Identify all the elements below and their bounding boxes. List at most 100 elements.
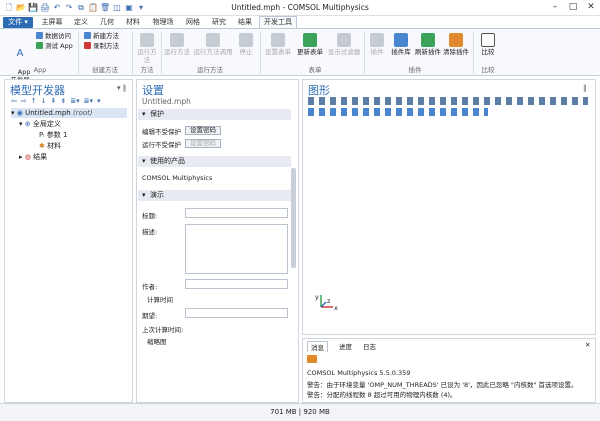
- set-form-icon: [271, 33, 285, 47]
- run-method-icon: [140, 33, 154, 47]
- ribbon-separator: [364, 32, 365, 74]
- plugin-library-button[interactable]: 插件库: [389, 33, 413, 56]
- axis-y-label: y: [315, 293, 319, 301]
- new-method-button[interactable]: 新建方法: [84, 32, 119, 40]
- stop-button[interactable]: 停止: [236, 33, 256, 56]
- record-method-button[interactable]: 录制方法: [84, 42, 119, 50]
- move-up-icon[interactable]: ↑: [31, 97, 37, 105]
- set-form-button[interactable]: 设置表单: [263, 33, 293, 56]
- graphics-title: 图形: [308, 84, 330, 97]
- tab-mesh[interactable]: 网格: [182, 17, 204, 28]
- broom-icon: [449, 33, 463, 47]
- set-run-password-button[interactable]: 设置密码: [185, 139, 221, 148]
- tab-physics[interactable]: 物理场: [148, 17, 178, 28]
- graphics-pin-icon[interactable]: ‖: [583, 84, 587, 92]
- parameter-icon: Pᵢ: [39, 131, 45, 139]
- run-method-call-button[interactable]: 运行方法调用: [193, 33, 233, 56]
- product-name: COMSOL Multiphysics: [142, 174, 213, 182]
- tab-file[interactable]: 文件 ▾: [3, 17, 33, 28]
- plugin-icon: [370, 33, 384, 47]
- ribbon-separator: [132, 32, 133, 74]
- panel-pin-icon[interactable]: ▾ ‖: [117, 84, 126, 92]
- move-down-icon[interactable]: ↓: [41, 97, 47, 105]
- materials-icon: ✱: [39, 142, 45, 150]
- collapse-icon[interactable]: ⇞: [51, 97, 57, 105]
- tree-item-results[interactable]: ▸ ◍ 结果: [19, 152, 47, 162]
- tab-definitions[interactable]: 定义: [70, 17, 92, 28]
- axis-z-label: z: [327, 297, 331, 305]
- expected-input[interactable]: [185, 308, 288, 318]
- tree-item-root[interactable]: ▾ ◉ Untitled.mph (root): [11, 108, 127, 118]
- update-form-button[interactable]: 更新表单: [295, 33, 325, 56]
- forward-icon[interactable]: ⇨: [21, 97, 27, 105]
- clear-icon[interactable]: [307, 355, 317, 363]
- results-icon: ◍: [24, 153, 31, 161]
- author-input[interactable]: [185, 279, 288, 289]
- run-method-button[interactable]: 运行方法: [135, 33, 159, 64]
- maximize-button[interactable]: □: [564, 0, 582, 14]
- tree-item-materials[interactable]: ✱ 材料: [39, 141, 61, 151]
- run-protection-label: 运行不受保护: [142, 141, 181, 149]
- data-access-button[interactable]: 数据访问: [36, 32, 71, 40]
- run-app-button[interactable]: 运行方法: [164, 33, 190, 56]
- model-builder-panel: 模型开发器 ▾ ‖ ⇦ ⇨ ↑ ↓ ⇞ ⇟ ≣▾ ≣▾ ▾ ▾ ◉ Untitl…: [4, 79, 133, 403]
- description-input[interactable]: [185, 224, 288, 274]
- section-presentation[interactable]: ▾ 演示: [138, 190, 291, 201]
- ribbon: A App 开发器 数据访问 测试 App App 新建方法 录制方法 创建方法…: [0, 28, 600, 84]
- show-filter-button[interactable]: 显示过滤器: [327, 33, 361, 56]
- record-method-icon: [84, 42, 91, 49]
- group-label-plugin: 插件: [408, 66, 422, 74]
- compare-button[interactable]: 比较: [478, 33, 498, 56]
- close-button[interactable]: ✕: [582, 0, 600, 14]
- group-label-app: App: [33, 66, 47, 74]
- app-builder-icon: A: [16, 48, 24, 59]
- section-protection[interactable]: ▾ 保护: [138, 109, 291, 120]
- settings-scrollbar[interactable]: [291, 168, 296, 268]
- refresh-plugin-button[interactable]: 刷新插件: [415, 33, 441, 56]
- tab-progress[interactable]: 进度: [339, 341, 352, 351]
- last-calc-label: 上次计算时间:: [142, 326, 184, 334]
- ribbon-separator: [260, 32, 261, 74]
- clear-plugin-button[interactable]: 清除插件: [443, 33, 469, 56]
- tab-developer[interactable]: 开发工具: [259, 16, 297, 28]
- status-bar: 701 MB | 920 MB: [0, 403, 600, 421]
- show-icon[interactable]: ≣▾: [70, 97, 79, 105]
- tree-item-parameters[interactable]: Pᵢ 参数 1: [39, 130, 67, 140]
- settings-panel: 设置 Untitled.mph ▾ 保护 编辑不受保护 设置密码 运行不受保护 …: [136, 79, 299, 403]
- show-filter-icon: [337, 33, 351, 47]
- group-label-compare: 比较: [481, 66, 495, 74]
- thumbnail-label: 缩略图: [147, 338, 167, 346]
- tab-results[interactable]: 结果: [234, 17, 256, 28]
- tab-study[interactable]: 研究: [208, 17, 230, 28]
- model-builder-toolbar: ⇦ ⇨ ↑ ↓ ⇞ ⇟ ≣▾ ≣▾ ▾: [11, 97, 101, 105]
- close-messages-icon[interactable]: ✕: [585, 341, 590, 349]
- set-edit-password-button[interactable]: 设置密码: [185, 126, 221, 135]
- plugin-button[interactable]: 插件: [367, 33, 387, 56]
- tab-geometry[interactable]: 几何: [96, 17, 118, 28]
- tab-messages[interactable]: 消息: [307, 341, 328, 352]
- expand-icon[interactable]: ⇟: [60, 97, 66, 105]
- expected-label: 期望:: [142, 312, 158, 320]
- refresh-icon: [421, 33, 435, 47]
- test-app-button[interactable]: 测试 App: [36, 42, 73, 50]
- tab-home[interactable]: 主屏幕: [38, 17, 66, 28]
- tree-item-global-definitions[interactable]: ▾ ⊕ 全局定义: [19, 119, 61, 129]
- graphics-toolbar-row-1[interactable]: [308, 97, 588, 105]
- axis-triad: y x z: [313, 287, 343, 315]
- more-icon[interactable]: ▾: [97, 97, 101, 105]
- section-products[interactable]: ▾ 使用的产品: [138, 156, 291, 167]
- messages-panel: 消息 进度 日志 ✕ COMSOL Multiphysics 5.5.0.359…: [302, 338, 596, 403]
- back-icon[interactable]: ⇦: [11, 97, 17, 105]
- group-label-create-method: 创建方法: [92, 66, 118, 74]
- graphics-toolbar-row-2[interactable]: [308, 108, 488, 116]
- minimize-button[interactable]: –: [546, 0, 564, 14]
- globe-icon: ⊕: [24, 120, 31, 128]
- model-icon: ◉: [16, 109, 23, 117]
- tab-log[interactable]: 日志: [363, 341, 376, 351]
- title-input[interactable]: [185, 208, 288, 218]
- ribbon-separator: [473, 32, 474, 74]
- tab-materials[interactable]: 材料: [122, 17, 144, 28]
- new-method-icon: [84, 32, 91, 39]
- list-icon[interactable]: ≣▾: [84, 97, 93, 105]
- axis-x-label: x: [334, 304, 338, 312]
